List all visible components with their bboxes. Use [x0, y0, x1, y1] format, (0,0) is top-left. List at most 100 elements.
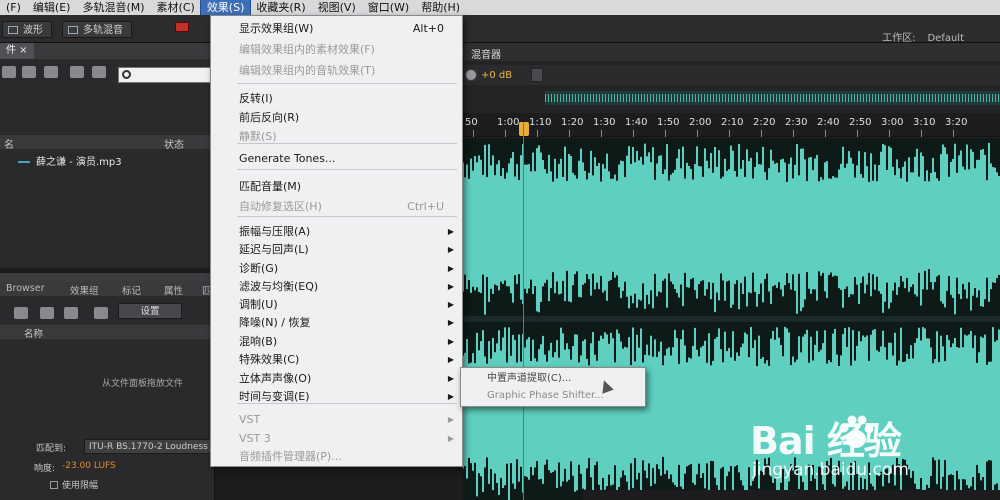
tab-markers[interactable]: 标记: [122, 283, 141, 297]
menu-item-label: 编辑效果组内的素材效果(F): [239, 43, 375, 56]
remove-icon[interactable]: [64, 307, 78, 319]
volume-knob[interactable]: [465, 69, 477, 81]
target-value[interactable]: -23.00 LUFS: [62, 461, 116, 471]
loudness-standard-select[interactable]: ITU-R BS.1770-2 Loudness: [84, 439, 214, 454]
use-limiting-checkbox[interactable]: [50, 481, 58, 489]
effects-menu-item[interactable]: 振幅与压限(A) ▶: [211, 223, 462, 240]
submenu-arrow-icon: ▶: [447, 300, 454, 309]
baidu-jingyan-watermark: Bai 经验 jingyan.baidu.com: [750, 410, 980, 488]
delete-icon[interactable]: [92, 66, 106, 78]
tab-properties[interactable]: 属性: [164, 283, 183, 297]
effects-menu-item[interactable]: Generate Tones...: [211, 150, 462, 167]
ruler-tick-label: 50: [465, 117, 478, 128]
effects-menu-item[interactable]: 编辑效果组内的音轨效果(T): [211, 62, 462, 79]
menu-2[interactable]: 多轨混音(M): [76, 0, 150, 15]
ruler-tick: [857, 130, 858, 137]
tab-files[interactable]: 件 ×: [0, 43, 34, 59]
record-icon[interactable]: [175, 22, 189, 32]
effects-menu-item[interactable]: 自动修复选区(H) Ctrl+U: [211, 198, 462, 215]
ruler-tick-label: 2:10: [721, 117, 744, 128]
ruler-tick-label: 1:40: [625, 117, 648, 128]
playhead-handle[interactable]: [519, 122, 529, 136]
target-label: 响度:: [34, 464, 56, 474]
effects-menu-item[interactable]: 时间与变调(E) ▶: [211, 388, 462, 405]
submenu-arrow-icon: ▶: [447, 355, 454, 364]
effects-menu-item[interactable]: 立体声声像(O) ▶: [211, 370, 462, 387]
menu-item-label: 前后反向(R): [239, 111, 300, 124]
menu-6[interactable]: 视图(V): [312, 0, 362, 15]
tab-mixer[interactable]: 混音器: [471, 46, 501, 61]
effects-menu-item[interactable]: VST ▶: [211, 411, 462, 428]
menu-3[interactable]: 素材(C): [151, 0, 201, 15]
files-column-header: 名 状态: [0, 135, 215, 151]
submenu-arrow-icon: ▶: [447, 337, 454, 346]
column-name[interactable]: 名称: [24, 326, 43, 340]
effects-menu-item[interactable]: 混响(B) ▶: [211, 333, 462, 350]
multitrack-icon: [68, 26, 78, 34]
effects-menu-item[interactable]: 反转(I): [211, 90, 462, 107]
stereo-imagery-submenu: 中置声道提取(C)... Graphic Phase Shifter...: [460, 367, 646, 407]
menu-separator: [237, 216, 457, 217]
drop-hint: 从文件面板拖放文件: [102, 379, 184, 389]
workspace-selector[interactable]: 工作区: Default: [870, 29, 964, 44]
submenu-item-center-channel-extract[interactable]: 中置声道提取(C)...: [461, 371, 645, 387]
overview-bar[interactable]: [545, 91, 1000, 105]
pin-icon[interactable]: [531, 68, 543, 82]
effects-menu-item[interactable]: VST 3 ▶: [211, 430, 462, 447]
open-file-icon[interactable]: [22, 66, 36, 78]
menu-item-label: 自动修复选区(H): [239, 200, 322, 213]
tab-waveform[interactable]: 波形: [2, 21, 52, 38]
tab-effects-rack[interactable]: 效果组: [70, 283, 99, 297]
overview-waveform: [545, 94, 1000, 102]
effects-menu-item[interactable]: 前后反向(R): [211, 109, 462, 126]
effects-menu-item[interactable]: 显示效果组(W) Alt+0: [211, 20, 462, 37]
menu-1[interactable]: 编辑(E): [27, 0, 77, 15]
effects-column-header: 名称: [0, 325, 215, 340]
menu-0[interactable]: (F): [0, 0, 27, 15]
ruler-tick: [665, 130, 666, 137]
effects-menu-item[interactable]: 延迟与回声(L) ▶: [211, 241, 462, 258]
tab-multitrack[interactable]: 多轨混音: [62, 21, 132, 38]
add-icon[interactable]: [40, 307, 54, 319]
column-name[interactable]: 名: [4, 136, 14, 151]
effects-menu-item[interactable]: 滤波与均衡(EQ) ▶: [211, 278, 462, 295]
effects-menu-item[interactable]: 降噪(N) / 恢复 ▶: [211, 314, 462, 331]
effects-menu-item[interactable]: 特殊效果(C) ▶: [211, 351, 462, 368]
ruler-tick: [505, 130, 506, 137]
effects-menu-item[interactable]: 静默(S): [211, 128, 462, 145]
menu-item-label: 显示效果组(W): [239, 22, 314, 35]
file-row[interactable]: 薛之谦 - 演员.mp3: [0, 151, 215, 168]
column-status[interactable]: 状态: [164, 136, 184, 151]
transport-bar: [583, 490, 1000, 500]
effects-menu-item[interactable]: 编辑效果组内的素材效果(F): [211, 41, 462, 58]
menu-4[interactable]: 效果(S): [199, 0, 252, 16]
ruler-tick: [889, 130, 890, 137]
settings-button[interactable]: 设置: [118, 303, 182, 319]
ruler-tick: [953, 130, 954, 137]
ruler-tick: [793, 130, 794, 137]
menu-5[interactable]: 收藏夹(R): [250, 0, 311, 15]
magnifier-icon[interactable]: [94, 307, 108, 319]
tab-browser[interactable]: Browser: [6, 283, 45, 294]
effects-menu-item[interactable]: 调制(U) ▶: [211, 296, 462, 313]
effects-menu-item[interactable]: 诊断(G) ▶: [211, 260, 462, 277]
volume-readout[interactable]: +0 dB: [481, 70, 512, 81]
ruler-tick-label: 2:00: [689, 117, 712, 128]
effects-menu-item[interactable]: 音频插件管理器(P)...: [211, 448, 462, 465]
search-input[interactable]: [118, 67, 215, 83]
menu-item-label: 混响(B): [239, 335, 278, 348]
time-ruler[interactable]: 50 1:00 1:10 1:20 1:30 1:40 1:50 2:00 2:10 2:20 2:…: [463, 113, 1000, 137]
import-icon[interactable]: [44, 66, 58, 78]
menu-item-label: 滤波与均衡(EQ): [239, 280, 319, 293]
folder-icon[interactable]: [14, 307, 28, 319]
submenu-item-graphic-phase-shifter[interactable]: Graphic Phase Shifter...: [461, 388, 645, 404]
ruler-tick-label: 2:50: [849, 117, 872, 128]
insert-icon[interactable]: [70, 66, 84, 78]
ruler-tick-label: 1:30: [593, 117, 616, 128]
menu-8[interactable]: 帮助(H): [415, 0, 466, 15]
effects-menu-item[interactable]: 匹配音量(M): [211, 178, 462, 195]
ruler-tick-label: 2:40: [817, 117, 840, 128]
menu-7[interactable]: 窗口(W): [362, 0, 415, 15]
new-file-icon[interactable]: [2, 66, 16, 78]
editor-tab-bar: 混音器: [463, 43, 1000, 61]
